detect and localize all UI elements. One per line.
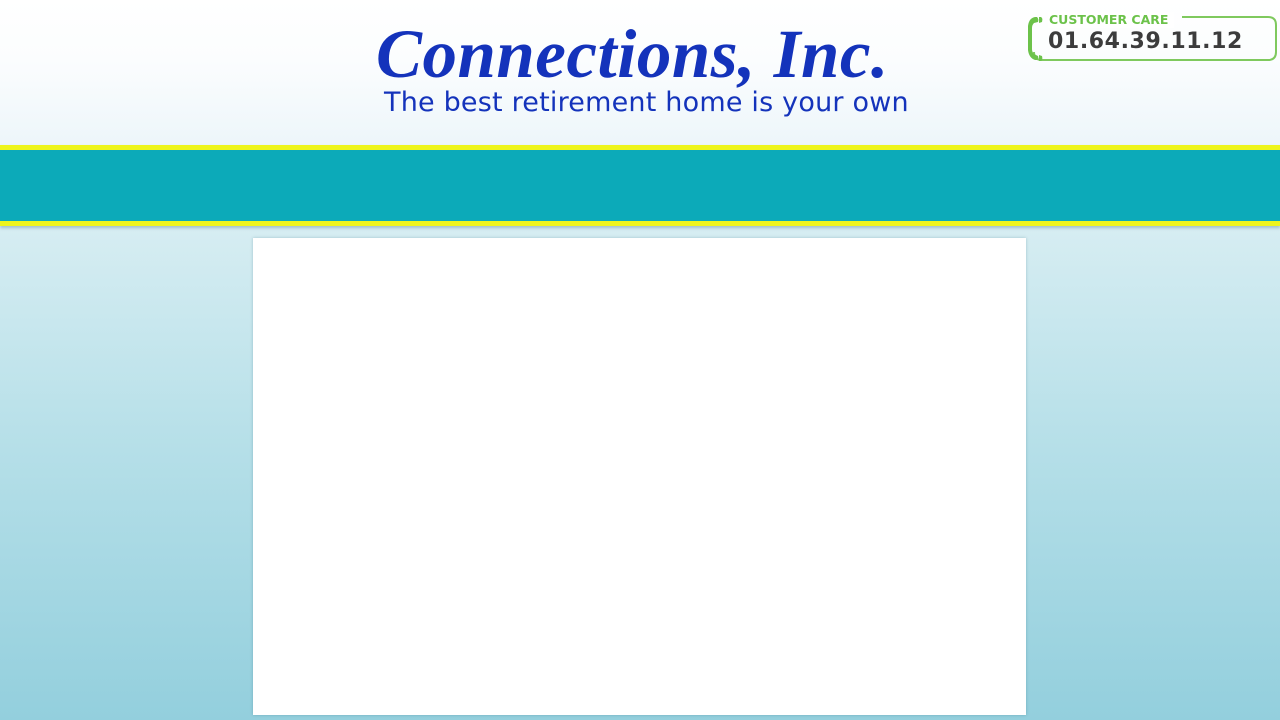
customer-care-phone-number[interactable]: 01.64.39.11.12 [1048, 27, 1243, 57]
main-content-panel [253, 238, 1026, 715]
site-tagline: The best retirement home is your own [384, 87, 909, 118]
customer-care-label: CUSTOMER CARE [1048, 12, 1175, 28]
phone-icon [1026, 14, 1046, 64]
site-title[interactable]: Connections, Inc. [376, 14, 916, 94]
navigation-bar [0, 145, 1280, 226]
site-header: Connections, Inc. The best retirement ho… [0, 0, 1280, 145]
customer-care-box[interactable]: CUSTOMER CARE 01.64.39.11.12 [1024, 12, 1278, 64]
